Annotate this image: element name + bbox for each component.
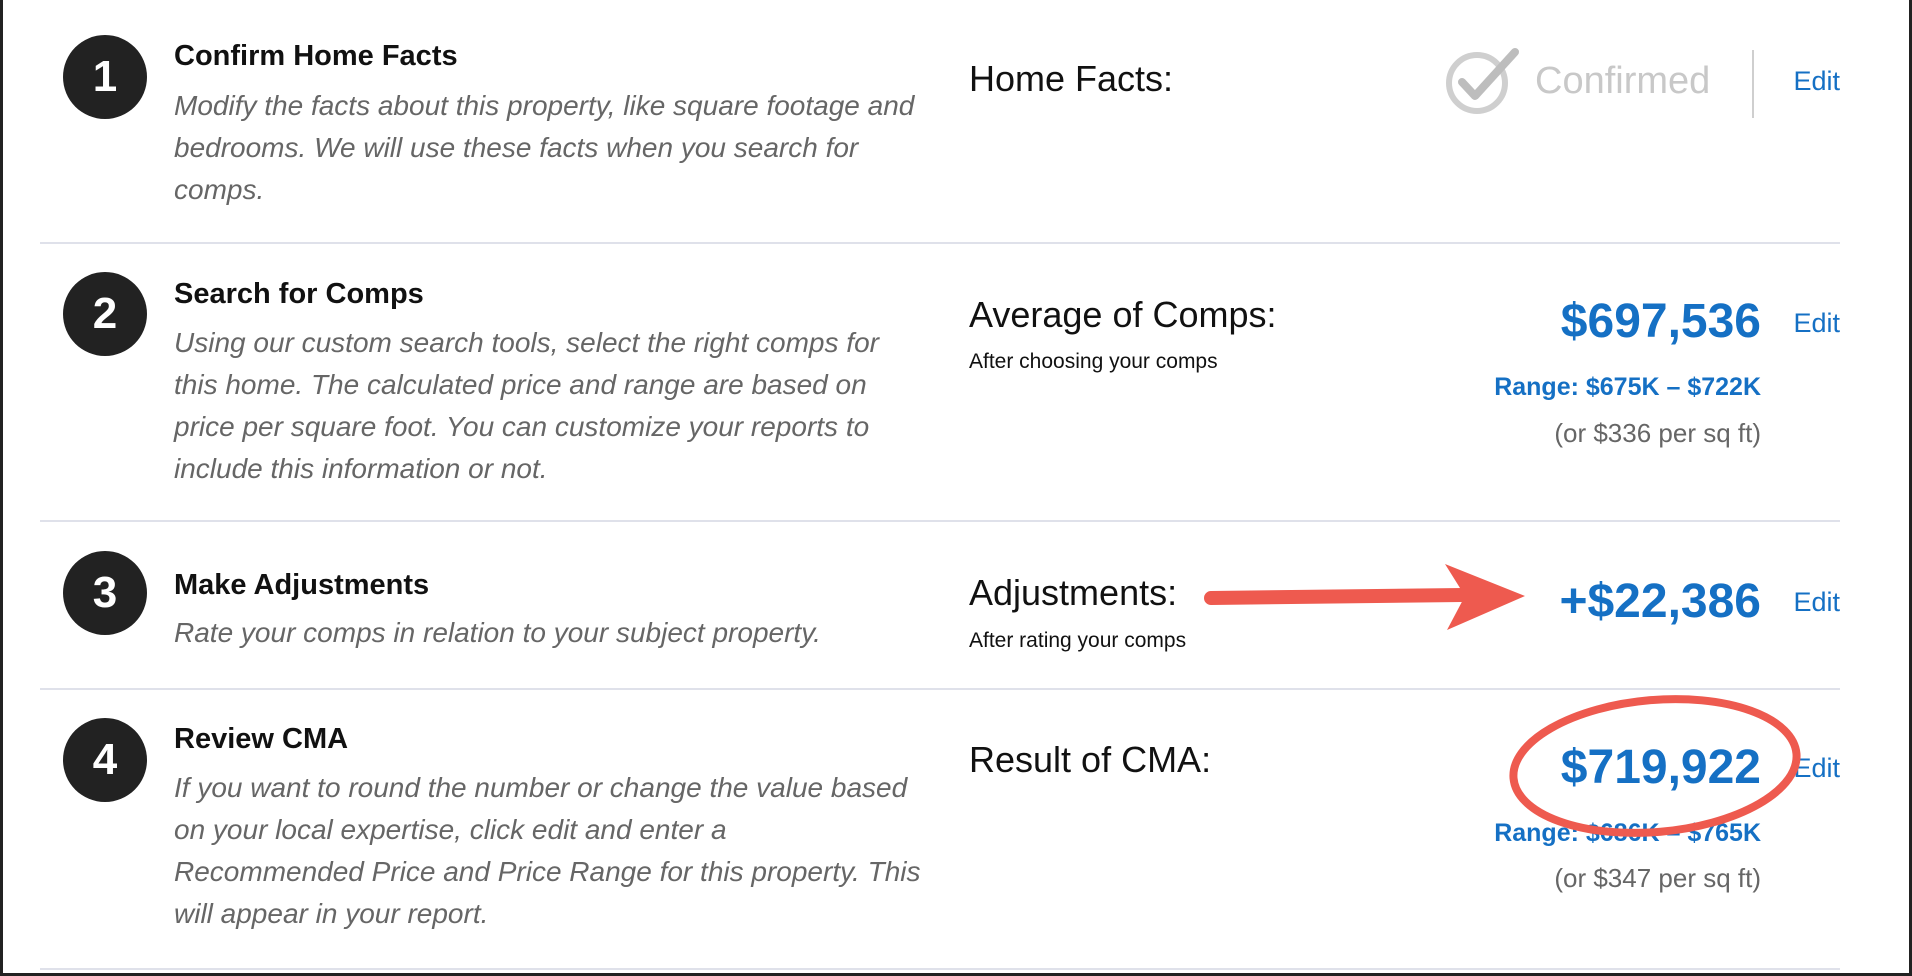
adjustments-value: +$22,386 [1559,575,1761,628]
step-title: Search for Comps [174,278,424,310]
cma-steps-panel: 1 Confirm Home Facts Modify the facts ab… [0,0,1912,976]
average-of-comps-sublabel: After choosing your comps [969,350,1218,373]
row-divider [40,242,1840,244]
step-title: Confirm Home Facts [174,40,458,72]
comps-price-range: Range: $675K – $722K [1494,373,1761,401]
step-description: Rate your comps in relation to your subj… [174,617,821,648]
arrow-right-icon [1204,564,1525,630]
step-description: Modify the facts about this property, li… [174,90,915,205]
row-divider [40,520,1840,522]
comps-price-per-sqft: (or $336 per sq ft) [1554,418,1761,448]
confirmed-status: Confirmed [1443,46,1710,116]
step-number-badge: 3 [63,551,147,635]
step-number-badge: 4 [63,718,147,802]
adjustments-sublabel: After rating your comps [969,629,1187,652]
step-number-badge: 1 [63,35,147,119]
result-of-cma-label: Result of CMA: [969,739,1212,780]
row-divider [40,968,1840,970]
step-number-badge: 2 [63,272,147,356]
average-of-comps-value: $697,536 [1560,295,1761,348]
home-facts-label: Home Facts: [969,58,1174,99]
cma-price-per-sqft: (or $347 per sq ft) [1554,863,1761,893]
adjustments-label: Adjustments: [969,572,1178,613]
confirmed-status-text: Confirmed [1535,59,1711,102]
status-divider [1752,50,1754,118]
step-title: Review CMA [174,723,349,755]
average-of-comps-label: Average of Comps: [969,294,1277,335]
step-description: Using our custom search tools, select th… [174,327,879,484]
highlight-ellipse [1509,695,1801,837]
edit-adjustments-link[interactable]: Edit [1793,587,1840,618]
edit-home-facts-link[interactable]: Edit [1793,66,1840,97]
check-circle-icon [1446,48,1519,114]
edit-comps-link[interactable]: Edit [1793,308,1840,339]
step-title: Make Adjustments [174,569,430,601]
step-description: If you want to round the number or chang… [174,772,921,929]
